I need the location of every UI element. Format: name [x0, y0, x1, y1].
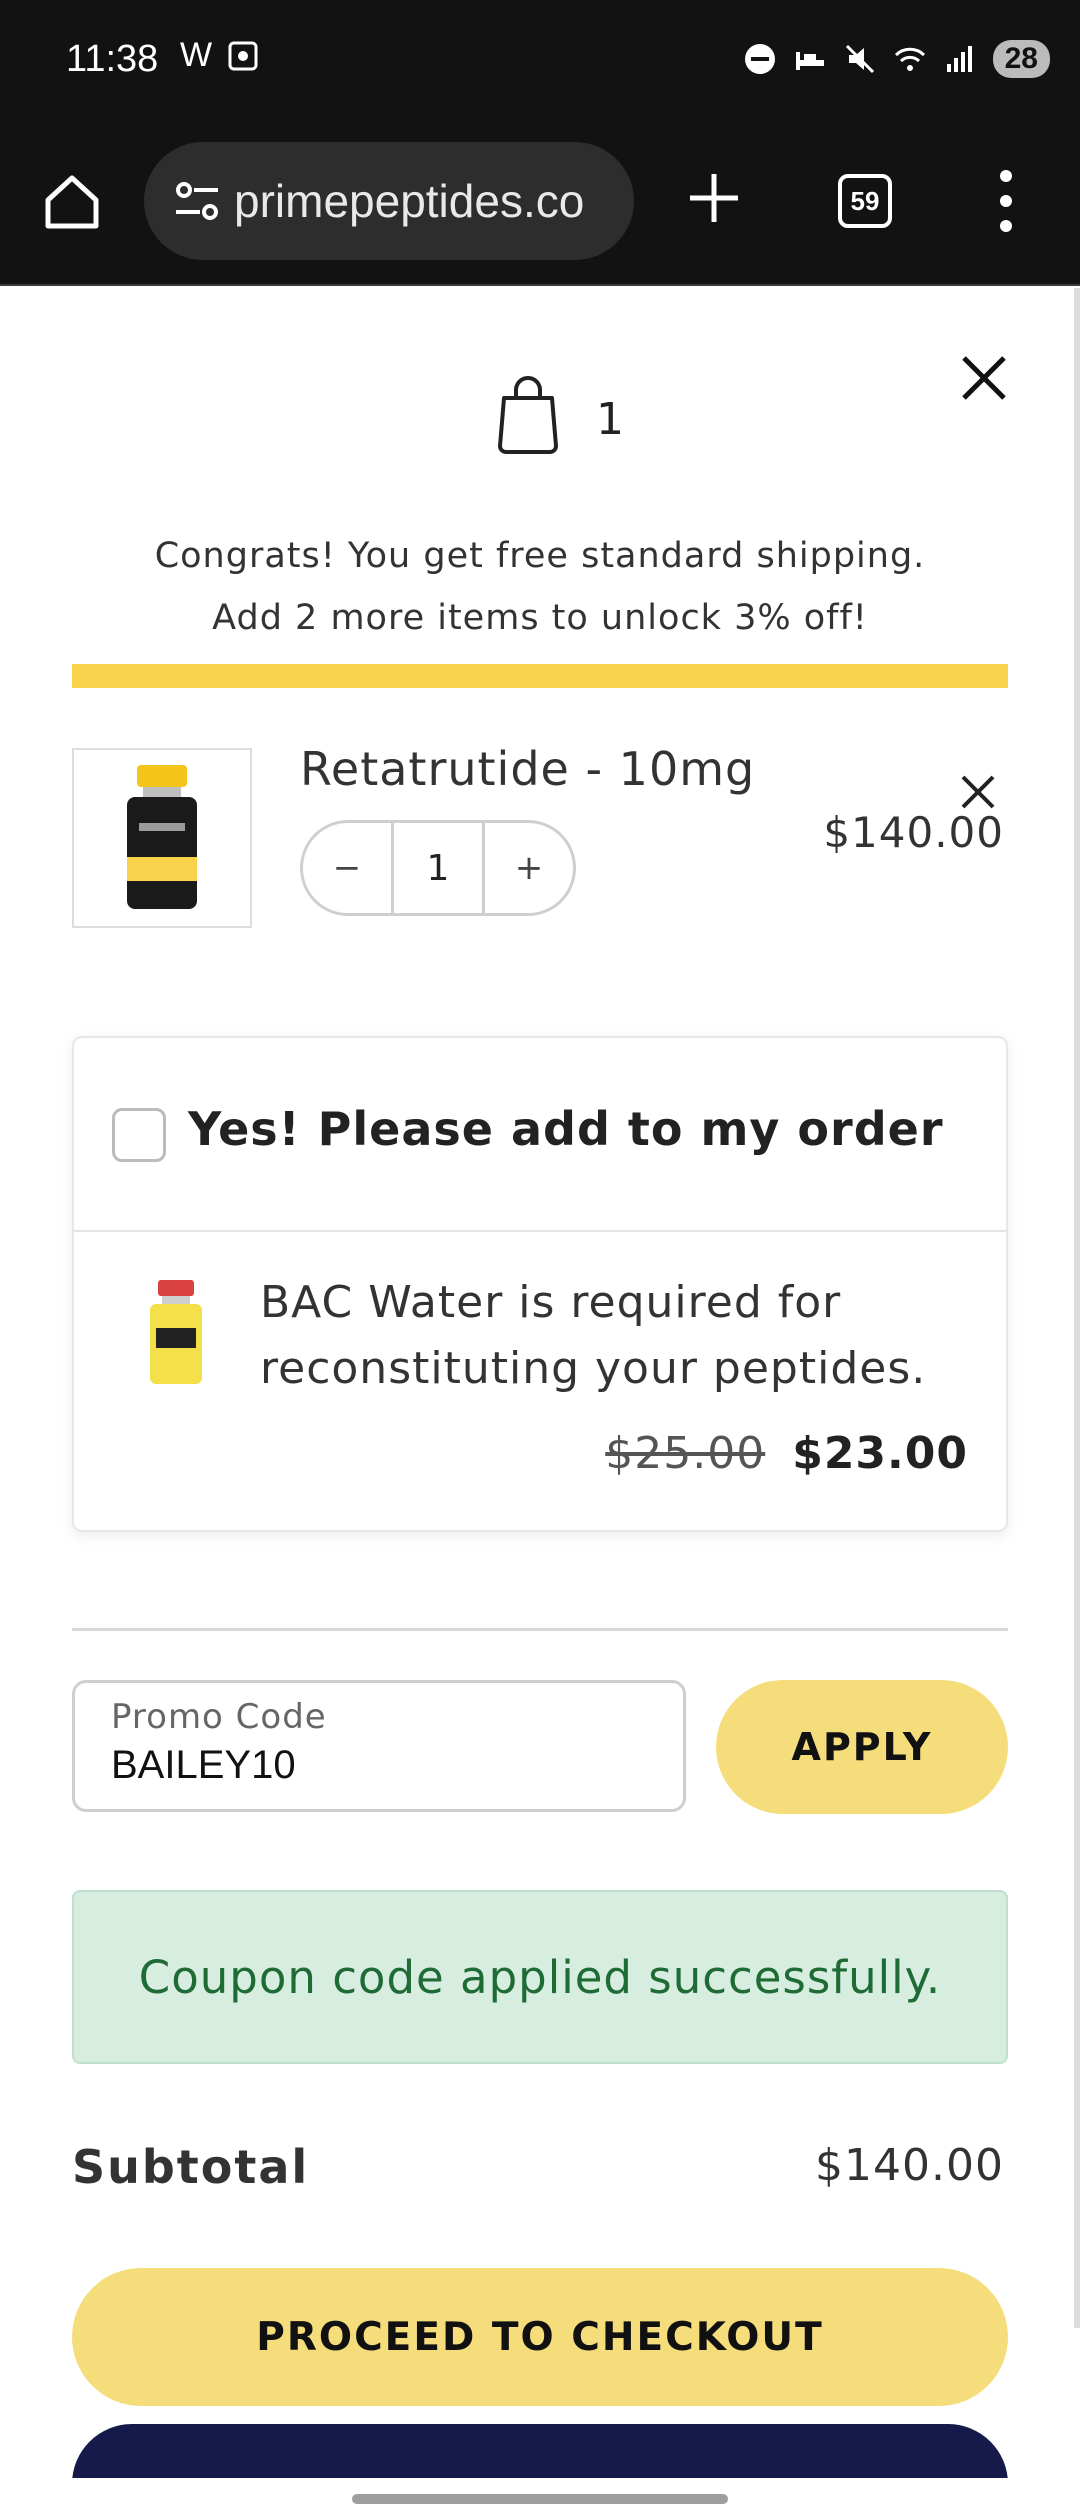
original-price: $25.00 — [605, 1428, 766, 1479]
quantity-value[interactable]: 1 — [391, 823, 485, 913]
decrease-quantity-button[interactable]: − — [303, 823, 391, 913]
shipping-progress-bar — [72, 664, 1008, 688]
product-price: $140.00 — [823, 808, 1004, 857]
product-thumbnail[interactable] — [72, 748, 252, 928]
home-icon[interactable] — [40, 170, 104, 234]
w-icon: W — [180, 36, 213, 74]
upsell-checkbox-label[interactable]: Yes! Please add to my order — [188, 1102, 944, 1156]
status-time: 11:38 — [66, 38, 159, 80]
promo-code-field[interactable]: Promo Code BAILEY10 — [72, 1680, 686, 1812]
screenshot-icon — [228, 41, 258, 70]
divider — [74, 1230, 1006, 1232]
upsell-checkbox[interactable] — [112, 1108, 166, 1162]
new-tab-icon[interactable] — [684, 168, 744, 228]
signal-icon — [946, 46, 972, 72]
subtotal-value: $140.00 — [815, 2140, 1004, 2191]
site-settings-icon[interactable] — [170, 174, 224, 228]
product-vial-icon — [127, 765, 197, 909]
close-icon[interactable] — [958, 352, 1010, 404]
shipping-message: Congrats! You get free standard shipping… — [154, 536, 926, 576]
upsell-description: BAC Water is required for reconstituting… — [260, 1277, 927, 1394]
subtotal-label: Subtotal — [72, 2140, 310, 2194]
sleep-icon — [795, 52, 824, 70]
promo-code-input[interactable]: BAILEY10 — [111, 1743, 296, 1788]
cart-item-count: 1 — [596, 394, 624, 445]
upsell-prices: $25.00 $23.00 — [605, 1428, 968, 1479]
url-text[interactable]: primepeptides.co — [234, 174, 634, 228]
upsell-offer-card: Yes! Please add to my order BAC Water is… — [72, 1036, 1008, 1532]
promo-code-label: Promo Code — [111, 1697, 327, 1737]
increase-quantity-button[interactable]: + — [485, 823, 573, 913]
more-menu-icon[interactable] — [994, 166, 1018, 236]
section-divider — [72, 1628, 1008, 1631]
quantity-stepper: − 1 + — [300, 820, 576, 916]
status-left-icons: W — [180, 36, 260, 75]
browser-toolbar: primepeptides.co 59 — [0, 126, 1080, 286]
sale-price: $23.00 — [792, 1428, 968, 1479]
status-right-icons: 28 — [743, 40, 1050, 78]
tab-switcher-button[interactable]: 59 — [838, 174, 892, 228]
apply-button[interactable]: APPLY — [716, 1680, 1008, 1814]
dnd-icon — [744, 44, 775, 74]
wifi-icon — [894, 47, 925, 71]
discount-message: Add 2 more items to unlock 3% off! — [212, 598, 868, 638]
address-bar[interactable]: primepeptides.co — [144, 142, 634, 260]
checkout-button[interactable]: PROCEED TO CHECKOUT — [72, 2268, 1008, 2406]
bac-water-vial-icon — [150, 1280, 202, 1384]
gesture-bar[interactable] — [352, 2494, 728, 2504]
product-name[interactable]: Retatrutide - 10mg — [300, 742, 755, 796]
battery-indicator: 28 — [992, 40, 1050, 78]
coupon-success-message: Coupon code applied successfully. — [72, 1890, 1008, 2064]
shopping-bag-icon — [498, 376, 558, 454]
mute-icon — [845, 44, 874, 74]
scrollbar[interactable] — [1074, 288, 1080, 2328]
status-bar: 11:38 W 28 — [0, 0, 1080, 126]
remove-item-icon[interactable] — [958, 772, 998, 812]
